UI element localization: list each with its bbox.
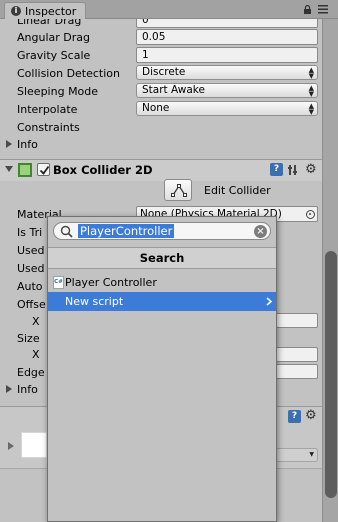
- gravity-scale-field[interactable]: 1: [136, 47, 318, 63]
- dropdown-value: Start Awake: [142, 84, 205, 96]
- lock-icon[interactable]: [303, 5, 312, 14]
- scrollbar-thumb[interactable]: [325, 251, 337, 498]
- dropdown-arrows-icon: ▲ ▼: [308, 66, 314, 80]
- preview-thumbnail: [21, 432, 47, 458]
- foldout-expanded-icon[interactable]: [5, 166, 13, 172]
- foldout-arrow-icon[interactable]: [6, 385, 12, 393]
- sleeping-mode-row: Sleeping Mode Start Awake ▲ ▼: [0, 83, 322, 101]
- gravity-scale-row: Gravity Scale 1: [0, 47, 322, 65]
- help-icon[interactable]: ?: [270, 163, 283, 176]
- property-label: Interpolate: [17, 103, 78, 116]
- tab-bar: i Inspector: [0, 0, 338, 19]
- property-label: Angular Drag: [17, 31, 90, 44]
- property-label: Collision Detection: [17, 67, 121, 80]
- edge-radius-label: Edge: [17, 366, 45, 379]
- vertical-scrollbar[interactable]: [322, 19, 338, 522]
- size-x-label: X: [32, 348, 40, 361]
- list-item-label: New script: [65, 295, 124, 308]
- search-input[interactable]: PlayerController ×: [53, 222, 271, 240]
- angular-drag-row: Angular Drag 0.05: [0, 29, 322, 47]
- popup-header: Search: [48, 247, 276, 269]
- gear-icon[interactable]: ⚙: [305, 163, 319, 176]
- info-foldout[interactable]: Info: [0, 136, 322, 154]
- property-label: Linear Drag: [17, 19, 82, 27]
- preview-dropdown[interactable]: ▼: [270, 448, 318, 462]
- foldout-arrow-icon[interactable]: [6, 140, 12, 148]
- property-label: Sleeping Mode: [17, 85, 99, 98]
- preset-icon[interactable]: [288, 164, 301, 176]
- auto-tiling-label: Auto: [17, 280, 43, 293]
- linear-drag-field[interactable]: 0: [136, 19, 318, 28]
- edit-collider-label: Edit Collider: [204, 184, 271, 197]
- component-title: Box Collider 2D: [53, 163, 153, 177]
- box-collider-icon: [18, 163, 32, 177]
- property-label: Gravity Scale: [17, 49, 91, 62]
- offset-x-label: X: [32, 315, 40, 328]
- interpolate-dropdown[interactable]: None ▲ ▼: [136, 101, 318, 116]
- size-label: Size: [17, 332, 40, 345]
- is-trigger-label: Is Tri: [17, 226, 43, 239]
- offset-label: Offse: [17, 298, 46, 311]
- tab-label: Inspector: [25, 5, 77, 18]
- list-item-new-script[interactable]: New script: [48, 292, 276, 311]
- info-label: Info: [17, 383, 38, 396]
- used-by-effector-label: Used: [17, 244, 45, 257]
- angular-drag-field[interactable]: 0.05: [136, 29, 318, 45]
- gear-icon[interactable]: ⚙: [305, 409, 319, 422]
- used-by-composite-label: Used: [17, 262, 45, 275]
- chevron-right-icon: [266, 297, 272, 306]
- list-item-player-controller[interactable]: C# Player Controller: [48, 273, 276, 292]
- tab-inspector[interactable]: i Inspector: [4, 2, 86, 19]
- search-icon: [60, 225, 73, 238]
- clear-search-icon[interactable]: ×: [254, 225, 267, 238]
- list-item-label: Player Controller: [65, 276, 157, 289]
- dropdown-value: None: [142, 102, 170, 114]
- edit-collider-icon: [171, 184, 187, 197]
- info-label: Info: [17, 138, 38, 151]
- interpolate-row: Interpolate None ▲ ▼: [0, 101, 322, 119]
- offset-y-field[interactable]: [275, 313, 318, 328]
- box-collider-header[interactable]: Box Collider 2D ? ⚙: [0, 159, 322, 181]
- constraints-label: Constraints: [17, 121, 80, 134]
- collision-detection-row: Collision Detection Discrete ▲ ▼: [0, 65, 322, 83]
- help-icon[interactable]: ?: [288, 410, 301, 423]
- sleeping-mode-dropdown[interactable]: Start Awake ▲ ▼: [136, 83, 318, 98]
- chevron-down-icon: ▼: [309, 451, 314, 458]
- add-component-popup: PlayerController × Search C# Player Cont…: [47, 216, 277, 522]
- foldout-arrow-icon[interactable]: [8, 442, 14, 450]
- dropdown-value: Discrete: [142, 66, 186, 78]
- dropdown-arrows-icon: ▲ ▼: [308, 102, 314, 116]
- panel-menu-icon[interactable]: [318, 5, 328, 14]
- size-y-field[interactable]: [275, 347, 318, 362]
- info-icon: i: [11, 6, 21, 16]
- search-query[interactable]: PlayerController: [78, 224, 175, 238]
- checkmark-icon: [39, 165, 50, 175]
- edit-collider-button[interactable]: [164, 179, 192, 201]
- cs-script-icon: C#: [53, 276, 64, 289]
- dropdown-arrows-icon: ▲ ▼: [308, 84, 314, 98]
- object-picker-icon[interactable]: [306, 210, 315, 219]
- component-enabled-checkbox[interactable]: [37, 163, 50, 176]
- collision-detection-dropdown[interactable]: Discrete ▲ ▼: [136, 65, 318, 80]
- edge-radius-field[interactable]: [275, 364, 318, 379]
- constraints-row[interactable]: Constraints: [0, 119, 322, 137]
